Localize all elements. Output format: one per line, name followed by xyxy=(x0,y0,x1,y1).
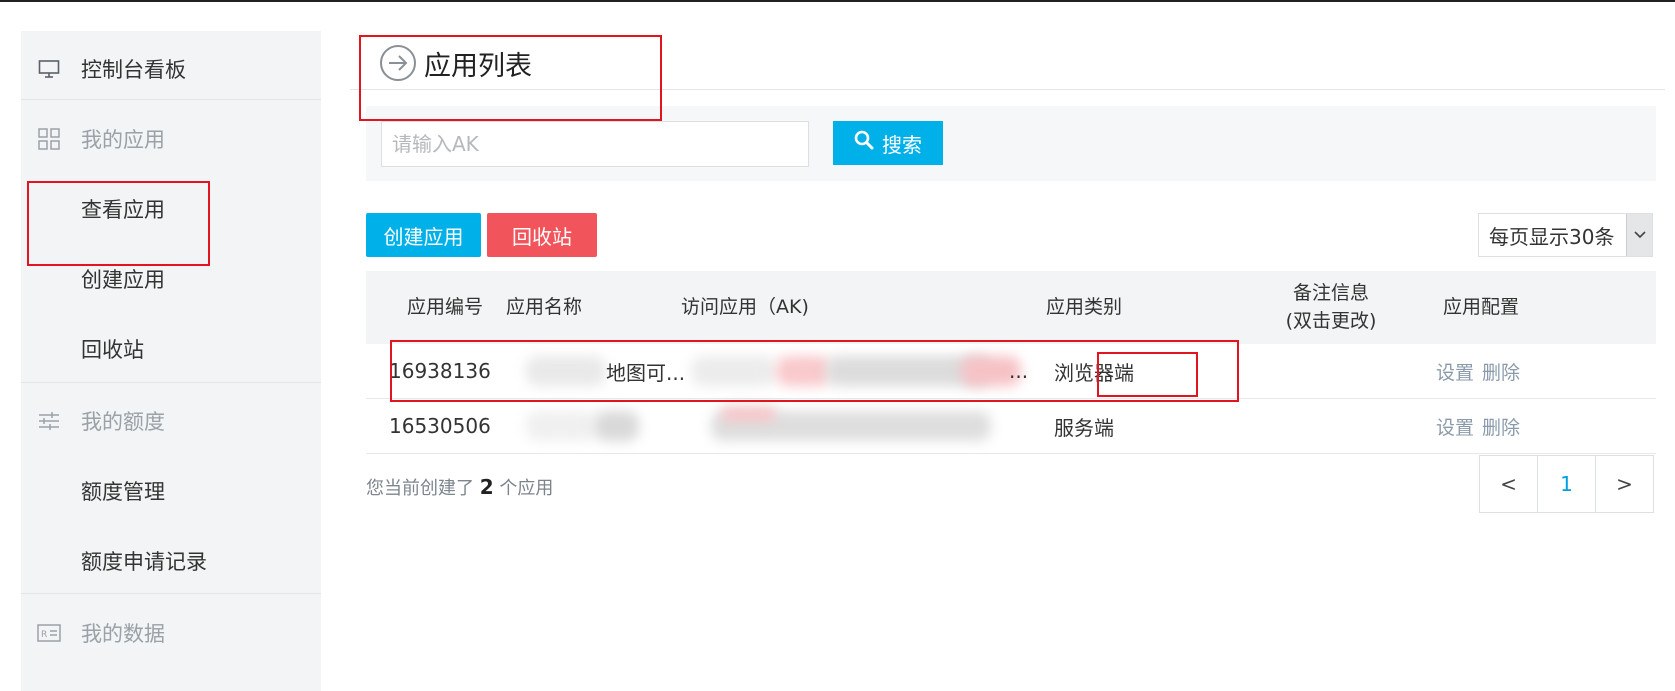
sidebar-item-label: 控制台看板 xyxy=(81,57,186,82)
app-count-value: 2 xyxy=(479,475,494,499)
sliders-icon xyxy=(37,409,61,433)
chevron-down-icon[interactable] xyxy=(1626,214,1652,256)
sidebar-section-label: 我的额度 xyxy=(81,409,165,434)
top-border xyxy=(0,0,1675,2)
pagination: < 1 > xyxy=(1479,455,1654,513)
sidebar-divider xyxy=(21,99,321,100)
table-header: 应用编号 应用名称 访问应用（AK) 应用类别 备注信息 (双击更改) 应用配置 xyxy=(366,271,1656,344)
app-config-cell: 设置 删除 xyxy=(1436,344,1528,398)
sidebar-item-label: 回收站 xyxy=(81,337,144,362)
sidebar-item-quota-requests[interactable]: 额度申请记录 xyxy=(21,523,321,598)
app-count-summary: 您当前创建了 2 个应用 xyxy=(366,474,553,500)
current-page-button[interactable]: 1 xyxy=(1538,456,1596,512)
delete-link[interactable]: 删除 xyxy=(1482,413,1520,440)
column-header-remark-line1: 备注信息 xyxy=(1292,281,1369,304)
sidebar-section-my-data[interactable]: R 我的数据 xyxy=(21,595,321,670)
sidebar-item-label: 额度管理 xyxy=(81,479,165,504)
sidebar-item-label: 创建应用 xyxy=(81,267,165,292)
redacted-blur xyxy=(721,407,776,421)
column-header-type: 应用类别 xyxy=(1046,295,1123,318)
sidebar-item-dashboard[interactable]: 控制台看板 xyxy=(21,31,321,106)
annotation-box-type xyxy=(1097,352,1198,397)
recycle-bin-button[interactable]: 回收站 xyxy=(487,213,597,257)
sidebar: 控制台看板 我的应用 查看应用 创建应用 回收站 我的额度 额度管理 额度申请记… xyxy=(21,31,321,691)
ak-search-input[interactable] xyxy=(381,121,809,167)
redacted-blur xyxy=(594,411,639,441)
app-count-suffix: 个应用 xyxy=(499,478,554,499)
sidebar-item-recycle-bin[interactable]: 回收站 xyxy=(21,311,321,386)
settings-link[interactable]: 设置 xyxy=(1436,358,1474,385)
column-header-remark-line2: (双击更改) xyxy=(1285,309,1377,332)
column-header-remark: 备注信息 (双击更改) xyxy=(1261,271,1401,344)
app-config-cell: 设置 删除 xyxy=(1436,399,1528,453)
search-icon xyxy=(854,130,874,156)
settings-link[interactable]: 设置 xyxy=(1436,413,1474,440)
next-page-button[interactable]: > xyxy=(1596,456,1653,512)
column-header-name: 应用名称 xyxy=(506,295,583,318)
page-size-select[interactable]: 每页显示30条 xyxy=(1478,213,1653,257)
sidebar-item-quota-management[interactable]: 额度管理 xyxy=(21,453,321,528)
sidebar-section-my-apps[interactable]: 我的应用 xyxy=(21,101,321,176)
search-button-label: 搜索 xyxy=(882,134,922,157)
app-id-cell: 16530506 xyxy=(389,414,491,438)
search-button[interactable]: 搜索 xyxy=(833,121,943,165)
monitor-icon xyxy=(37,57,61,81)
svg-text:R: R xyxy=(41,630,47,640)
sidebar-section-my-quota[interactable]: 我的额度 xyxy=(21,383,321,458)
sidebar-divider xyxy=(21,593,321,594)
delete-link[interactable]: 删除 xyxy=(1482,358,1520,385)
annotation-box-title xyxy=(359,35,662,121)
app-count-prefix: 您当前创建了 xyxy=(366,478,474,499)
sidebar-section-label: 我的应用 xyxy=(81,127,165,152)
apps-grid-icon xyxy=(37,127,61,151)
column-header-ak: 访问应用（AK) xyxy=(681,295,809,318)
table-row[interactable]: 16530506 服务端 设置 删除 xyxy=(366,399,1656,454)
column-header-config: 应用配置 xyxy=(1442,295,1519,318)
column-header-id: 应用编号 xyxy=(406,295,483,318)
page-size-value: 每页显示30条 xyxy=(1489,224,1615,249)
annotation-box-view-apps xyxy=(27,181,210,266)
app-type-cell: 服务端 xyxy=(1054,415,1114,440)
create-app-button[interactable]: 创建应用 xyxy=(366,213,481,257)
sidebar-section-label: 我的数据 xyxy=(81,621,165,646)
id-card-icon: R xyxy=(37,621,61,645)
redacted-blur xyxy=(526,411,596,441)
sidebar-item-label: 额度申请记录 xyxy=(81,549,207,574)
prev-page-button[interactable]: < xyxy=(1480,456,1538,512)
